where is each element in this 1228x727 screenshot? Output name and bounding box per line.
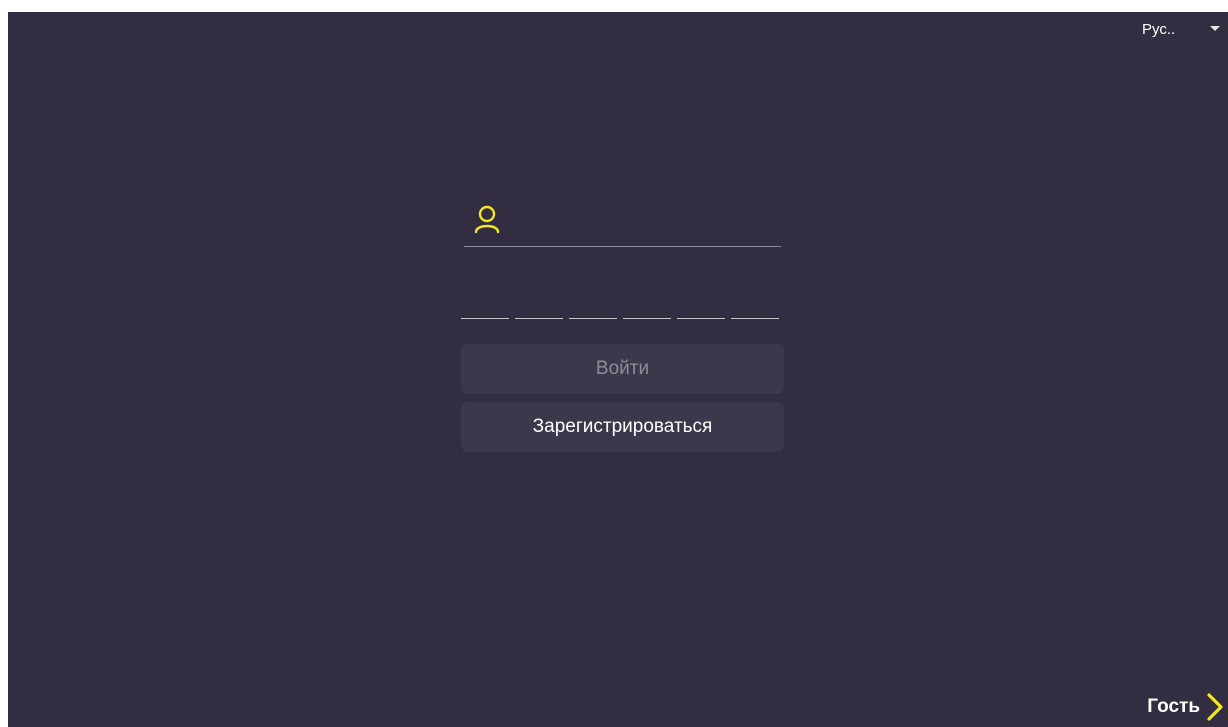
language-label: Рус.. <box>1142 20 1176 38</box>
pin-cell[interactable] <box>515 290 563 319</box>
pin-cell[interactable] <box>731 290 779 319</box>
guest-label: Гость <box>1147 696 1200 717</box>
user-icon <box>474 205 500 234</box>
pin-code-input[interactable] <box>461 290 781 320</box>
username-field[interactable] <box>464 200 781 247</box>
login-screen: Рус.. Войти Зарегистрироваться Гость <box>8 12 1228 727</box>
pin-cell[interactable] <box>569 290 617 319</box>
pin-cell[interactable] <box>623 290 671 319</box>
caret-down-icon <box>1210 26 1220 31</box>
guest-button[interactable]: Гость <box>1147 691 1224 723</box>
chevron-right-icon <box>1207 693 1223 721</box>
pin-cell[interactable] <box>677 290 725 319</box>
login-button[interactable]: Войти <box>461 344 784 394</box>
language-selector[interactable]: Рус.. <box>1114 16 1222 42</box>
pin-cell[interactable] <box>461 290 509 319</box>
register-button[interactable]: Зарегистрироваться <box>461 402 784 452</box>
username-input[interactable] <box>510 206 778 240</box>
